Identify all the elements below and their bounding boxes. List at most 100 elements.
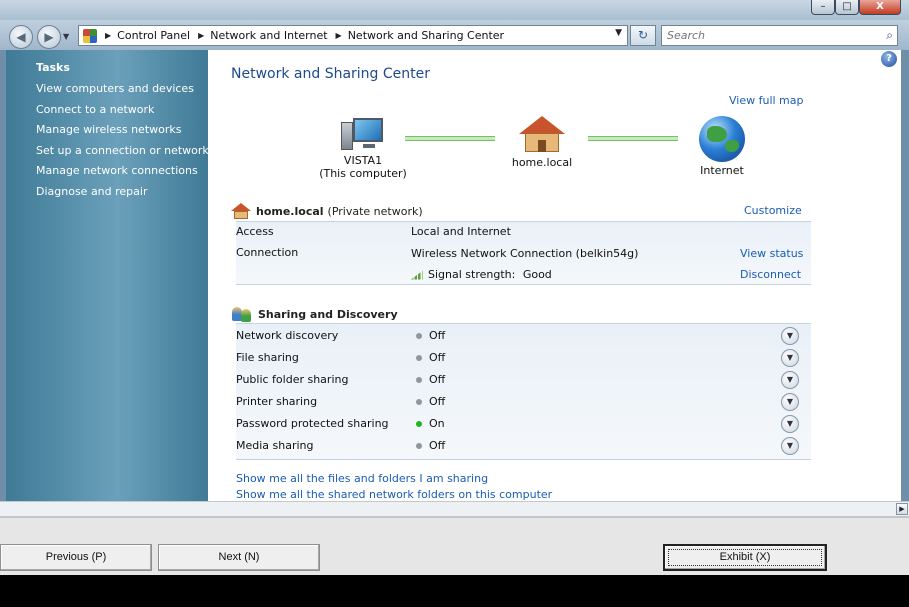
search-icon[interactable]: ⌕: [886, 28, 893, 43]
breadcrumb-separator-icon[interactable]: ▶: [336, 31, 342, 40]
access-label: Access: [236, 225, 274, 238]
sharing-row-file-sharing: File sharing Off ▼: [236, 347, 811, 369]
status-off-icon: [416, 333, 422, 339]
map-connection-line: [588, 136, 678, 141]
sidebar-item-manage-wireless[interactable]: Manage wireless networks: [36, 123, 181, 136]
sharing-label: Network discovery: [236, 329, 339, 342]
maximize-button[interactable]: □: [835, 0, 859, 15]
connection-value: Wireless Network Connection (belkin54g): [411, 247, 639, 260]
network-name: home.local: [256, 204, 324, 218]
sharing-status: Off: [429, 329, 446, 342]
breadcrumb-separator-icon[interactable]: ▶: [198, 31, 204, 40]
chevron-down-icon: ▼: [786, 419, 794, 428]
signal-strength: Signal strength: Good: [411, 268, 552, 281]
expand-button[interactable]: ▼: [781, 415, 799, 433]
forward-button[interactable]: ▶: [37, 25, 61, 49]
bottom-black-bar: [0, 575, 909, 607]
expand-button[interactable]: ▼: [781, 327, 799, 345]
show-shared-files-link[interactable]: Show me all the files and folders I am s…: [236, 472, 488, 485]
breadcrumb-control-panel[interactable]: Control Panel: [117, 29, 190, 42]
sharing-status: Off: [429, 439, 446, 452]
title-bar[interactable]: – □ X: [0, 0, 909, 20]
status-on-icon: [416, 421, 422, 427]
sidebar-item-diagnose-repair[interactable]: Diagnose and repair: [36, 185, 148, 198]
recent-pages-dropdown[interactable]: ▼: [63, 32, 69, 41]
map-connection-line: [405, 136, 495, 141]
tasks-sidebar: Tasks View computers and devices Connect…: [6, 50, 209, 501]
expand-button[interactable]: ▼: [781, 371, 799, 389]
status-off-icon: [416, 355, 422, 361]
search-input[interactable]: [664, 27, 874, 44]
chevron-down-icon: ▼: [786, 331, 794, 340]
refresh-icon: ↻: [637, 28, 649, 42]
chevron-down-icon: ▼: [786, 375, 794, 384]
disconnect-link[interactable]: Disconnect: [740, 268, 801, 281]
scroll-right-icon[interactable]: ▶: [896, 503, 908, 515]
address-dropdown-icon[interactable]: ▼: [615, 28, 622, 38]
sharing-row-network-discovery: Network discovery Off ▼: [236, 325, 811, 347]
sharing-header: Sharing and Discovery: [231, 305, 398, 323]
sharing-title: Sharing and Discovery: [258, 307, 398, 321]
computer-subtitle: (This computer): [319, 167, 407, 180]
chevron-down-icon: ▼: [786, 397, 794, 406]
globe-icon: [699, 116, 745, 162]
network-details-panel: Access Local and Internet Connection Wir…: [236, 221, 811, 285]
search-box[interactable]: ⌕: [661, 25, 898, 46]
help-icon[interactable]: ?: [881, 51, 897, 67]
exam-navigation-bar: Previous (P) Next (N) Exhibit (X): [0, 516, 909, 575]
sharing-row-media-sharing: Media sharing Off ▼: [236, 435, 811, 457]
expand-button[interactable]: ▼: [781, 437, 799, 455]
sidebar-item-connect-network[interactable]: Connect to a network: [36, 103, 154, 116]
view-status-link[interactable]: View status: [740, 247, 803, 260]
show-shared-folders-link[interactable]: Show me all the shared network folders o…: [236, 488, 552, 501]
computer-name: VISTA1: [343, 154, 383, 167]
back-button[interactable]: ◀: [9, 25, 33, 49]
breadcrumb-separator-icon[interactable]: ▶: [105, 31, 111, 40]
breadcrumb-network-and-sharing-center[interactable]: Network and Sharing Center: [348, 29, 504, 42]
network-node-name: home.local: [511, 156, 573, 169]
sidebar-item-view-computers[interactable]: View computers and devices: [36, 82, 194, 95]
explorer-window: – □ X ◀ ▶ ▼ ▶ Control Panel ▶ Network an…: [0, 0, 909, 516]
view-full-map-link[interactable]: View full map: [729, 94, 804, 107]
sharing-row-public-folder: Public folder sharing Off ▼: [236, 369, 811, 391]
network-type: (Private network): [327, 204, 423, 218]
map-node-computer[interactable]: VISTA1 (This computer): [308, 116, 418, 180]
signal-strength-icon: [411, 270, 423, 280]
focus-outline: [668, 549, 822, 566]
status-off-icon: [416, 443, 422, 449]
address-toolbar: ◀ ▶ ▼ ▶ Control Panel ▶ Network and Inte…: [0, 20, 909, 50]
sharing-label: Printer sharing: [236, 395, 318, 408]
sharing-status: Off: [429, 373, 446, 386]
customize-link[interactable]: Customize: [744, 204, 802, 217]
signal-label: Signal strength:: [428, 268, 516, 281]
signal-value: Good: [522, 268, 552, 281]
exhibit-button[interactable]: Exhibit (X): [663, 544, 827, 571]
sharing-panel: Network discovery Off ▼ File sharing Off…: [236, 323, 811, 460]
horizontal-scrollbar[interactable]: ▶: [0, 501, 909, 516]
chevron-down-icon: ▼: [786, 353, 794, 362]
sharing-users-icon: [231, 305, 253, 323]
refresh-button[interactable]: ↻: [630, 25, 656, 46]
control-panel-icon: [83, 28, 97, 43]
sidebar-item-manage-connections[interactable]: Manage network connections: [36, 164, 198, 177]
previous-button[interactable]: Previous (P): [0, 544, 152, 571]
sharing-label: File sharing: [236, 351, 299, 364]
breadcrumb-network-and-internet[interactable]: Network and Internet: [210, 29, 327, 42]
sidebar-item-setup-connection[interactable]: Set up a connection or network: [36, 144, 209, 157]
status-off-icon: [416, 399, 422, 405]
expand-button[interactable]: ▼: [781, 349, 799, 367]
next-button[interactable]: Next (N): [158, 544, 320, 571]
sharing-label: Media sharing: [236, 439, 314, 452]
close-button[interactable]: X: [859, 0, 901, 15]
chevron-down-icon: ▼: [786, 441, 794, 450]
access-value: Local and Internet: [411, 225, 511, 238]
map-node-network[interactable]: home.local: [500, 116, 584, 169]
expand-button[interactable]: ▼: [781, 393, 799, 411]
internet-node-name: Internet: [700, 164, 744, 177]
map-node-internet[interactable]: Internet: [686, 116, 758, 177]
main-content: ? Network and Sharing Center View full m…: [208, 50, 901, 501]
sharing-label: Password protected sharing: [236, 417, 389, 430]
chevron-down-icon: ▼: [63, 32, 70, 41]
address-box[interactable]: ▶ Control Panel ▶ Network and Internet ▶…: [78, 25, 628, 46]
minimize-button[interactable]: –: [811, 0, 835, 15]
